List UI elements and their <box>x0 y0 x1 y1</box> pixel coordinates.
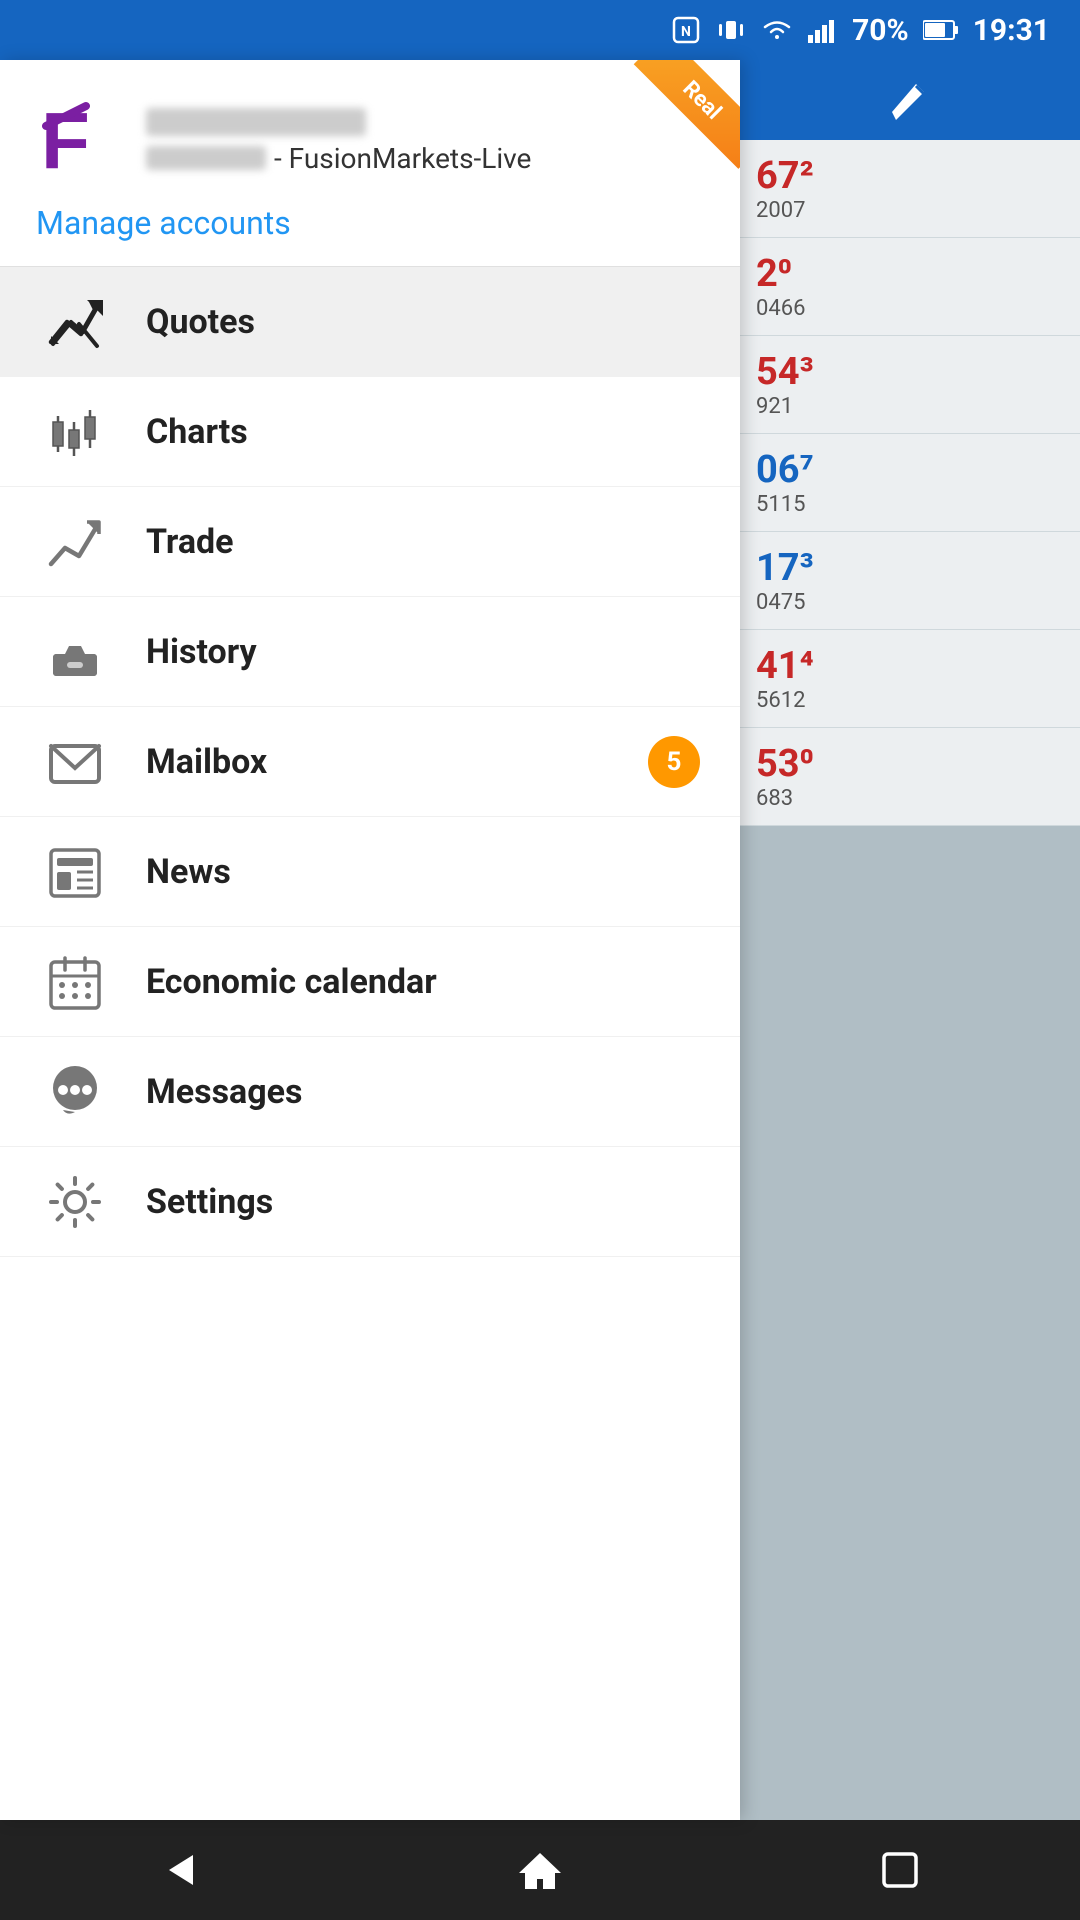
messages-icon <box>40 1057 110 1127</box>
sidebar-item-trade[interactable]: Trade <box>0 487 740 597</box>
real-badge-label: Real <box>634 60 740 169</box>
quotes-label: Quotes <box>146 302 255 342</box>
battery-icon <box>923 19 959 41</box>
sidebar-item-settings[interactable]: Settings <box>0 1147 740 1257</box>
status-bar: N <box>0 0 1080 60</box>
quotes-icon <box>40 287 110 357</box>
home-button[interactable] <box>490 1820 590 1920</box>
mailbox-icon <box>40 727 110 797</box>
quote-sub-5: 5612 <box>756 688 1064 713</box>
nfc-icon: N <box>670 14 702 46</box>
vibrate-icon <box>716 15 746 45</box>
sidebar-item-charts[interactable]: Charts <box>0 377 740 487</box>
trade-label: Trade <box>146 522 234 562</box>
sidebar-item-news[interactable]: News <box>0 817 740 927</box>
status-icons: N <box>670 13 1050 48</box>
economic-calendar-label: Economic calendar <box>146 962 437 1002</box>
quote-sub-4: 0475 <box>756 590 1064 615</box>
real-badge: Real <box>610 60 740 190</box>
quote-sub-2: 921 <box>756 394 1064 419</box>
settings-icon <box>40 1167 110 1237</box>
bg-quotes-list: 67² 2007 2⁰ 0466 54³ 921 06⁷ 5115 17³ 04… <box>740 140 1080 1820</box>
quote-price-5: 41⁴ <box>756 644 1064 688</box>
mailbox-badge: 5 <box>648 736 700 788</box>
messages-label: Messages <box>146 1072 303 1112</box>
bg-quote-row-5: 41⁴ 5612 <box>740 630 1080 728</box>
drawer-panel: Real F - FusionMarkets-Live <box>0 60 740 1820</box>
quote-price-3: 06⁷ <box>756 448 1064 492</box>
account-number-blurred <box>146 146 266 170</box>
back-button[interactable] <box>130 1820 230 1920</box>
manage-accounts-link[interactable]: Manage accounts <box>36 204 704 242</box>
bg-quote-row-3: 06⁷ 5115 <box>740 434 1080 532</box>
drawer-header: Real F - FusionMarkets-Live <box>0 60 740 267</box>
bottom-nav <box>0 1820 1080 1920</box>
history-icon <box>40 617 110 687</box>
quote-price-0: 67² <box>756 154 1064 198</box>
app-logo: F <box>36 96 126 186</box>
quote-sub-1: 0466 <box>756 296 1064 321</box>
bg-quote-row-2: 54³ 921 <box>740 336 1080 434</box>
quote-price-6: 53⁰ <box>756 742 1064 786</box>
sidebar-item-quotes[interactable]: Quotes <box>0 267 740 377</box>
quote-sub-6: 683 <box>756 786 1064 811</box>
sidebar-item-economic-calendar[interactable]: Economic calendar <box>0 927 740 1037</box>
bg-top-bar <box>740 60 1080 140</box>
drawer-menu: Quotes <box>0 267 740 1820</box>
trade-icon <box>40 507 110 577</box>
bg-quote-row-0: 67² 2007 <box>740 140 1080 238</box>
quote-price-1: 2⁰ <box>756 252 1064 296</box>
charts-icon <box>40 397 110 467</box>
edit-icon <box>886 76 934 124</box>
quote-sub-3: 5115 <box>756 492 1064 517</box>
account-server: - FusionMarkets-Live <box>274 142 531 175</box>
logo-row: F - FusionMarkets-Live <box>36 96 704 186</box>
time-display: 19:31 <box>973 13 1050 48</box>
quote-sub-0: 2007 <box>756 198 1064 223</box>
quote-price-2: 54³ <box>756 350 1064 394</box>
news-label: News <box>146 852 231 892</box>
bg-quote-row-1: 2⁰ 0466 <box>740 238 1080 336</box>
bg-quote-row-4: 17³ 0475 <box>740 532 1080 630</box>
sidebar-item-mailbox[interactable]: Mailbox 5 <box>0 707 740 817</box>
account-info: - FusionMarkets-Live <box>146 108 531 175</box>
economic-calendar-icon <box>40 947 110 1017</box>
history-label: History <box>146 632 257 672</box>
news-icon <box>40 837 110 907</box>
wifi-icon <box>760 17 794 43</box>
mailbox-label: Mailbox <box>146 742 267 782</box>
account-server-row: - FusionMarkets-Live <box>146 142 531 175</box>
settings-label: Settings <box>146 1182 273 1222</box>
charts-label: Charts <box>146 412 248 452</box>
svg-text:N: N <box>681 24 691 40</box>
signal-icon <box>808 17 838 43</box>
recent-apps-button[interactable] <box>850 1820 950 1920</box>
sidebar-item-history[interactable]: History <box>0 597 740 707</box>
sidebar-item-messages[interactable]: Messages <box>0 1037 740 1147</box>
main-layout: Real F - FusionMarkets-Live <box>0 60 1080 1820</box>
account-name-blurred <box>146 108 366 136</box>
bg-quote-row-6: 53⁰ 683 <box>740 728 1080 826</box>
battery-percentage: 70% <box>852 13 909 48</box>
background-content: 67² 2007 2⁰ 0466 54³ 921 06⁷ 5115 17³ 04… <box>740 60 1080 1820</box>
quote-price-4: 17³ <box>756 546 1064 590</box>
